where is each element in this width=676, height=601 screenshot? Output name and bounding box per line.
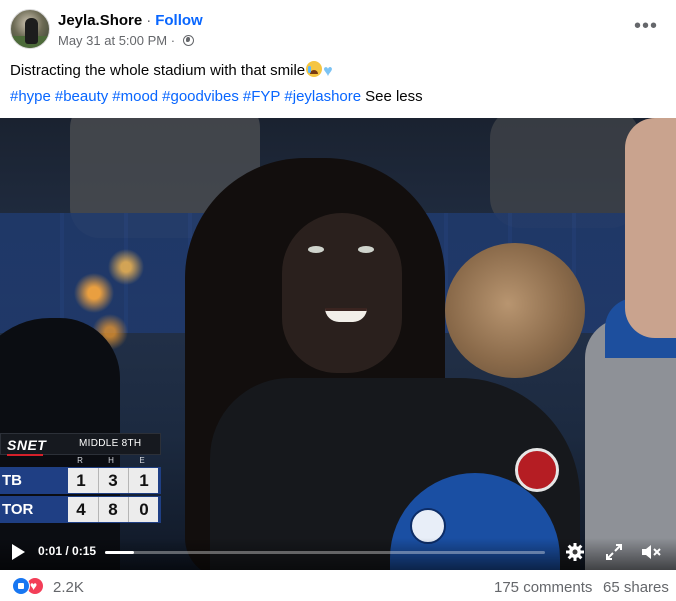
hashtag-link[interactable]: #goodvibes (162, 88, 239, 105)
crying-face-emoji (306, 61, 323, 77)
runs-value: 1 (76, 471, 86, 490)
fur-hood (445, 243, 585, 378)
hashtag-link[interactable]: #beauty (55, 88, 108, 105)
rhe-headers: R H E (68, 455, 158, 467)
spectator-right (585, 118, 676, 570)
inning-label: MIDDLE 8TH (79, 438, 142, 449)
gear-icon[interactable] (565, 542, 585, 562)
name-separator: · (146, 12, 152, 29)
spectator-face (625, 118, 676, 338)
hashtag-link[interactable]: #mood (112, 88, 158, 105)
woman-eye (358, 246, 374, 253)
progress-bar[interactable] (105, 551, 545, 554)
post-meta: May 31 at 5:00 PM · (58, 33, 194, 49)
author-avatar[interactable] (10, 9, 50, 49)
errors-header: E (139, 456, 145, 465)
follow-button[interactable]: Follow (155, 12, 203, 29)
hashtag-link[interactable]: #hype (10, 88, 51, 105)
video-time: 0:01 / 0:15 (38, 544, 97, 558)
stat-divider (128, 468, 129, 493)
errors-value: 0 (139, 500, 149, 519)
hashtag-link[interactable]: #jeylashore (284, 88, 361, 105)
team-row-away: TB 1 3 1 (0, 467, 161, 494)
avatar-figure (25, 18, 38, 44)
stat-divider (98, 468, 99, 493)
team-abbrev: TB (2, 472, 22, 489)
progress-fill (105, 551, 135, 554)
blue-heart-emoji: ♥ (323, 63, 333, 80)
meta-separator: · (170, 33, 176, 48)
network-logo: SNET (7, 437, 47, 456)
stat-divider (98, 497, 99, 522)
post-caption: Distracting the whole stadium with that … (10, 61, 333, 82)
hits-value: 3 (108, 471, 118, 490)
woman-face (282, 213, 402, 373)
stat-divider (128, 497, 129, 522)
woman-eye (308, 246, 324, 253)
post-header: Jeyla.Shore · Follow May 31 at 5:00 PM · •… (0, 0, 676, 58)
comments-count[interactable]: 175 comments (494, 579, 592, 596)
runs-value: 4 (76, 500, 86, 519)
shares-count[interactable]: 65 shares (603, 579, 669, 596)
hits-value: 8 (108, 500, 118, 519)
caption-text: Distracting the whole stadium with that … (10, 62, 306, 79)
reaction-count[interactable]: 2.2K (53, 579, 84, 596)
post-footer: 2.2K 175 comments 65 shares (0, 570, 676, 601)
volume-muted-icon[interactable] (640, 542, 662, 562)
team-stats: 1 3 1 (68, 468, 158, 493)
expand-icon[interactable] (604, 542, 624, 562)
runs-header: R (77, 456, 83, 465)
scoreboard-overlay: SNET MIDDLE 8TH R H E TB 1 3 1 TOR 4 8 0 (0, 433, 161, 529)
team-abbrev: TOR (2, 501, 34, 518)
reaction-icons[interactable] (12, 577, 52, 597)
team-row-home: TOR 4 8 0 (0, 496, 161, 523)
hashtag-row: #hype #beauty #mood #goodvibes #FYP #jeylasho… (10, 87, 423, 107)
see-less-link[interactable]: See less (365, 88, 423, 105)
globe-icon[interactable] (182, 35, 194, 46)
video-player[interactable]: SNET MIDDLE 8TH R H E TB 1 3 1 TOR 4 8 0… (0, 118, 676, 570)
hits-header: H (108, 456, 114, 465)
coat-patch (515, 448, 559, 492)
errors-value: 1 (139, 471, 149, 490)
like-icon (12, 577, 30, 595)
author-row: Jeyla.Shore · Follow (58, 12, 203, 30)
post-timestamp[interactable]: May 31 at 5:00 PM (58, 33, 167, 48)
more-options-icon[interactable]: ••• (628, 14, 664, 44)
scoreboard-header: SNET MIDDLE 8TH (0, 433, 161, 456)
hashtag-link[interactable]: #FYP (243, 88, 281, 105)
author-name[interactable]: Jeyla.Shore (58, 12, 142, 29)
video-controls: 0:01 / 0:15 (0, 538, 676, 570)
team-stats: 4 8 0 (68, 497, 158, 522)
play-icon[interactable] (12, 544, 25, 560)
